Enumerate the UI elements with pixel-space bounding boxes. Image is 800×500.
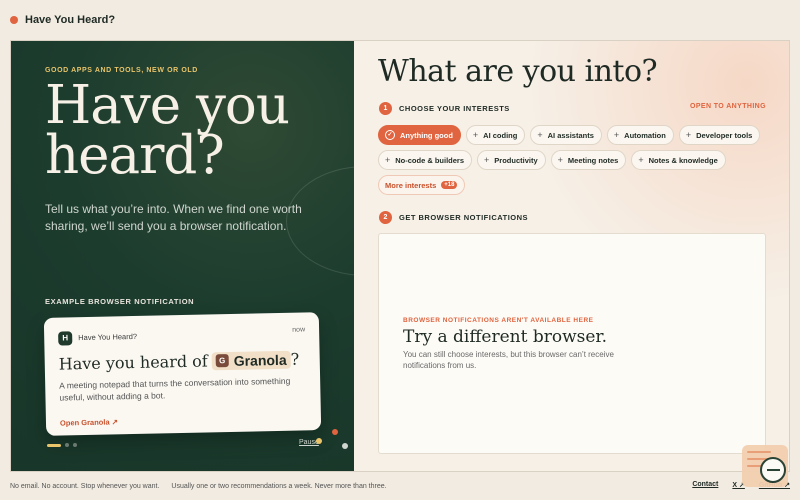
footer-note-frequency: Usually one or two recommendations a wee… [171, 482, 387, 490]
chip-label: Meeting notes [567, 155, 619, 165]
chip-automation[interactable]: + Automation [606, 125, 674, 145]
check-icon: ✓ [385, 130, 395, 140]
pager-dot-active[interactable] [47, 443, 61, 447]
notification-app-name: Have You Heard? [78, 331, 138, 343]
plus-icon: + [484, 155, 490, 165]
step-label: GET BROWSER NOTIFICATIONS [399, 213, 529, 222]
example-notification-label: EXAMPLE BROWSER NOTIFICATION [45, 297, 195, 306]
plus-icon: + [613, 130, 620, 140]
app-status-dot-icon [10, 16, 18, 24]
chip-label: Anything good [400, 130, 453, 140]
widget-search-icon [760, 457, 786, 483]
footer: No email. No account. Stop whenever you … [0, 472, 800, 500]
pager-dot[interactable] [73, 443, 77, 447]
decorative-bubble [332, 429, 338, 435]
chip-label: AI assistants [547, 130, 594, 140]
footer-note-privacy: No email. No account. Stop whenever you … [10, 482, 160, 490]
interests-title: What are you into? [378, 54, 658, 89]
app-logo-icon: H [58, 331, 73, 346]
interest-chips: ✓ Anything good + AI coding + AI assista… [378, 125, 768, 195]
notification-time: now [292, 326, 306, 334]
open-to-anything-link[interactable]: OPEN TO ANYTHING [690, 103, 766, 110]
step-choose-interests: 1 CHOOSE YOUR INTERESTS [379, 102, 510, 115]
step-number: 1 [379, 102, 392, 115]
plus-icon: + [638, 155, 644, 165]
browser-heading: Try a different browser. [403, 327, 608, 347]
more-interests-count: +18 [441, 181, 458, 189]
widget-bar [767, 469, 780, 471]
example-notification-card: H Have You Heard? now Have you heard of … [43, 312, 322, 436]
product-chip: G Granola [211, 350, 291, 370]
chip-label: Productivity [494, 155, 538, 165]
chip-ai-coding[interactable]: + AI coding [465, 125, 526, 145]
plus-icon: + [537, 130, 543, 140]
hero-title-line-2: heard? [45, 125, 225, 186]
floating-helper-widget[interactable] [742, 445, 788, 487]
interests-panel: What are you into? 1 CHOOSE YOUR INTERES… [354, 41, 789, 471]
hero-panel: GOOD APPS AND TOOLS, NEW OR OLD Have you… [11, 41, 354, 471]
chip-no-code[interactable]: + No-code & builders [378, 150, 473, 170]
plus-icon: + [685, 130, 692, 140]
notification-body: A meeting notepad that turns the convers… [59, 375, 291, 403]
chip-ai-assistants[interactable]: + AI assistants [530, 125, 602, 145]
open-product-link[interactable]: Open Granola ↗ [60, 417, 118, 427]
plus-icon: + [472, 130, 479, 140]
chip-anything-good[interactable]: ✓ Anything good [378, 125, 461, 145]
decorative-bubble [342, 443, 348, 449]
step-browser-notifications: 2 GET BROWSER NOTIFICATIONS [379, 211, 528, 224]
hero-title-line-1: Have you [45, 75, 290, 136]
hero-lead: Tell us what you’re into. When we find o… [45, 202, 302, 233]
contact-link[interactable]: Contact [692, 481, 718, 489]
plus-icon: + [385, 155, 391, 165]
notification-headline-suffix: ? [290, 349, 300, 369]
more-interests-label: More interests [385, 180, 437, 190]
chip-notes-knowledge[interactable]: + Notes & knowledge [631, 150, 726, 170]
step-number: 2 [379, 211, 392, 224]
decorative-bubble [316, 438, 322, 444]
notification-headline-prefix: Have you heard of [58, 351, 208, 374]
chip-label: AI coding [483, 130, 518, 140]
chip-developer-tools[interactable]: + Developer tools [678, 125, 761, 145]
chip-label: Developer tools [696, 130, 753, 140]
pager-dot[interactable] [65, 443, 69, 447]
more-interests-button[interactable]: More interests +18 [378, 175, 466, 195]
browser-notification-panel: BROWSER NOTIFICATIONS AREN'T AVAILABLE H… [378, 233, 766, 454]
browser-body: You can still choose interests, but this… [403, 350, 614, 370]
product-logo-icon: G [215, 354, 229, 368]
title-bar: Have You Heard? [0, 0, 800, 40]
step-label: CHOOSE YOUR INTERESTS [399, 104, 510, 113]
hero-title: Have you heard? [45, 75, 345, 186]
product-name: Granola [233, 351, 287, 369]
main-frame: GOOD APPS AND TOOLS, NEW OR OLD Have you… [10, 40, 790, 472]
chip-productivity[interactable]: + Productivity [477, 150, 546, 170]
app-title: Have You Heard? [25, 14, 116, 26]
plus-icon: + [557, 155, 563, 165]
chip-meeting-notes[interactable]: + Meeting notes [550, 150, 627, 170]
carousel-pager [47, 443, 77, 447]
hero-eyebrow: GOOD APPS AND TOOLS, NEW OR OLD [45, 67, 198, 74]
browser-warning: BROWSER NOTIFICATIONS AREN'T AVAILABLE H… [403, 317, 594, 324]
chip-label: No-code & builders [395, 155, 465, 165]
chip-label: Notes & knowledge [648, 155, 718, 165]
notification-headline: Have you heard of G Granola ? [59, 350, 300, 374]
chip-label: Automation [624, 130, 666, 140]
